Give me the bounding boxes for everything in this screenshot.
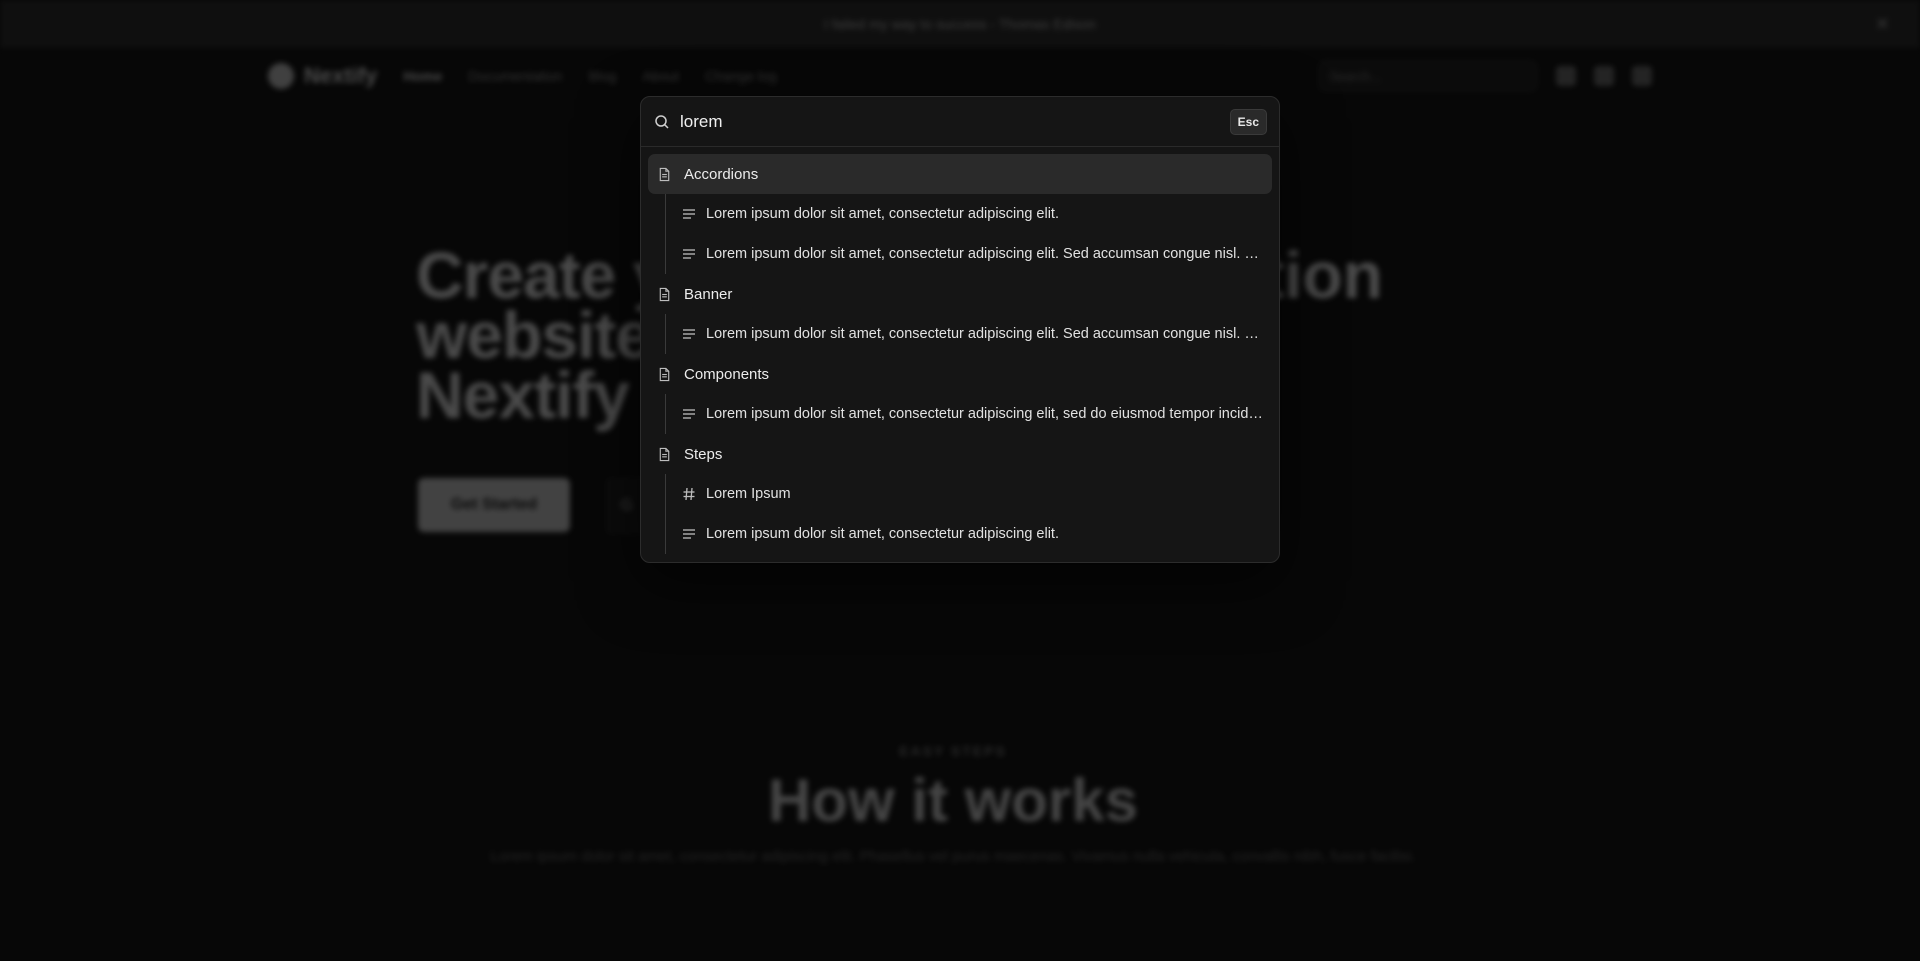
document-icon <box>657 287 672 302</box>
paragraph-icon <box>682 207 696 221</box>
result-label: Lorem ipsum dolor sit amet, consectetur … <box>706 406 1272 422</box>
result-section-item[interactable]: Lorem Ipsum <box>648 474 1272 514</box>
search-results: Accordions Lorem ipsum dolor sit amet, co… <box>641 147 1279 554</box>
result-label: Components <box>684 365 770 383</box>
result-section-item[interactable]: Lorem ipsum dolor sit amet, consectetur … <box>648 194 1272 234</box>
result-label: Lorem ipsum dolor sit amet, consectetur … <box>706 526 1059 542</box>
result-label: Lorem ipsum dolor sit amet, consectetur … <box>706 206 1059 222</box>
result-label: Steps <box>684 445 723 463</box>
result-label: Lorem Ipsum <box>706 486 791 502</box>
search-dialog: Esc Accordions Lorem ipsum dolor sit amet… <box>640 96 1280 563</box>
result-section-item[interactable]: Lorem ipsum dolor sit amet, consectetur … <box>648 234 1272 274</box>
search-bar: Esc <box>641 97 1279 147</box>
document-icon <box>657 367 672 382</box>
paragraph-icon <box>682 247 696 261</box>
paragraph-icon <box>682 527 696 541</box>
document-icon <box>657 447 672 462</box>
result-label: Lorem ipsum dolor sit amet, consectetur … <box>706 246 1272 262</box>
search-input[interactable] <box>680 111 1230 132</box>
result-section-item[interactable]: Lorem ipsum dolor sit amet, consectetur … <box>648 514 1272 554</box>
hash-icon <box>682 487 696 501</box>
paragraph-icon <box>682 327 696 341</box>
result-page-item[interactable]: Accordions <box>648 154 1272 194</box>
result-page-item[interactable]: Steps <box>648 434 1272 474</box>
result-label: Accordions <box>684 165 759 183</box>
result-section-item[interactable]: Lorem ipsum dolor sit amet, consectetur … <box>648 394 1272 434</box>
search-icon <box>655 114 669 129</box>
result-label: Banner <box>684 285 733 303</box>
paragraph-icon <box>682 407 696 421</box>
esc-key-button[interactable]: Esc <box>1229 108 1267 135</box>
result-section-item[interactable]: Lorem ipsum dolor sit amet, consectetur … <box>648 314 1272 354</box>
document-icon <box>657 167 672 182</box>
result-page-item[interactable]: Banner <box>648 274 1272 314</box>
result-page-item[interactable]: Components <box>648 354 1272 394</box>
result-label: Lorem ipsum dolor sit amet, consectetur … <box>706 326 1272 342</box>
